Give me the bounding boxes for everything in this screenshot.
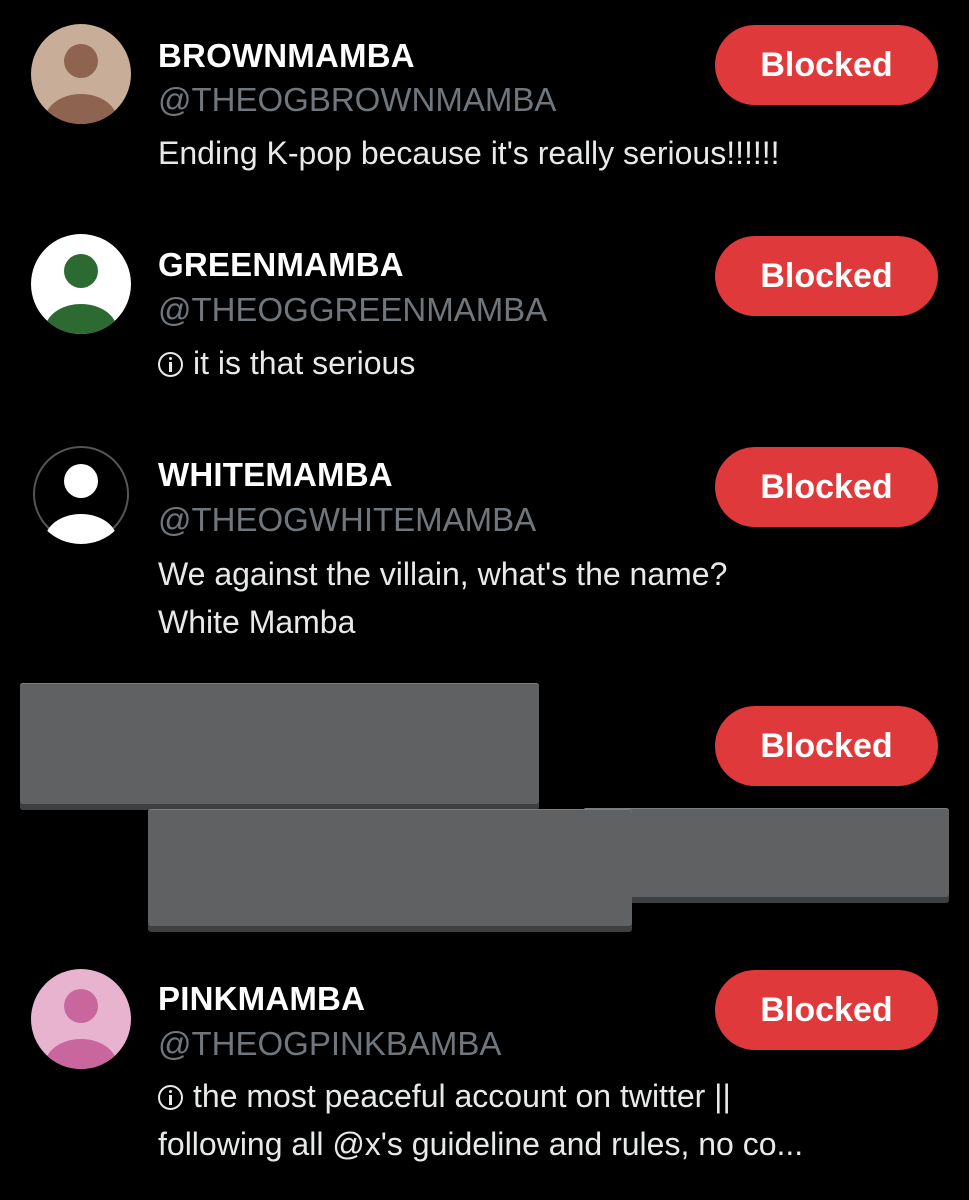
handle[interactable]: @THEOGGREENMAMBA (158, 291, 547, 329)
bio-line: the most peaceful account on twitter || (193, 1078, 731, 1114)
bio-line: it is that serious (193, 345, 416, 381)
info-icon (158, 1085, 183, 1110)
bio-line: White Mamba (158, 604, 356, 640)
info-icon (158, 352, 183, 377)
avatar[interactable] (31, 234, 131, 334)
avatar[interactable] (31, 969, 131, 1069)
bio: Ending K-pop because it's really serious… (158, 129, 938, 177)
blocked-account-row[interactable]: GREENMAMBA @THEOGGREENMAMBA it is that s… (0, 210, 969, 410)
avatar[interactable] (31, 444, 131, 544)
bio-line: following all @x's guideline and rules, … (158, 1126, 804, 1162)
cover-block (20, 683, 539, 804)
cover-block (583, 808, 949, 897)
handle[interactable]: @THEOGBROWNMAMBA (158, 81, 556, 119)
blocked-account-row[interactable]: WHITEMAMBA @THEOGWHITEMAMBA We against t… (0, 420, 969, 660)
blocked-account-row[interactable]: BROWNMAMBA @THEOGBROWNMAMBA Ending K-pop… (0, 0, 969, 200)
display-name[interactable]: GREENMAMBA (158, 246, 404, 284)
blocked-account-row[interactable]: PINKMAMBA @THEOGPINKBAMBA the most peace… (0, 945, 969, 1200)
handle[interactable]: @THEOGPINKBAMBA (158, 1025, 501, 1063)
blocked-button[interactable]: Blocked (715, 236, 938, 316)
blocked-button[interactable]: Blocked (715, 25, 938, 105)
default-avatar-icon (31, 24, 131, 124)
bio-line: Ending K-pop because it's really serious… (158, 135, 780, 171)
avatar[interactable] (31, 24, 131, 124)
display-name[interactable]: PINKMAMBA (158, 980, 365, 1018)
display-name[interactable]: BROWNMAMBA (158, 37, 415, 75)
handle[interactable]: @THEOGWHITEMAMBA (158, 501, 536, 539)
bio-line: We against the villain, what's the name? (158, 556, 728, 592)
default-avatar-icon (31, 234, 131, 334)
display-name[interactable]: WHITEMAMBA (158, 456, 393, 494)
default-avatar-icon (31, 969, 131, 1069)
default-avatar-icon (31, 444, 131, 544)
blocked-button[interactable]: Blocked (715, 970, 938, 1050)
bio: We against the villain, what's the name?… (158, 550, 938, 646)
bio: the most peaceful account on twitter || … (158, 1072, 938, 1168)
cover-block (148, 809, 632, 926)
bio: it is that serious (158, 339, 938, 387)
blocked-button[interactable]: Blocked (715, 447, 938, 527)
blocked-button[interactable]: Blocked (715, 706, 938, 786)
